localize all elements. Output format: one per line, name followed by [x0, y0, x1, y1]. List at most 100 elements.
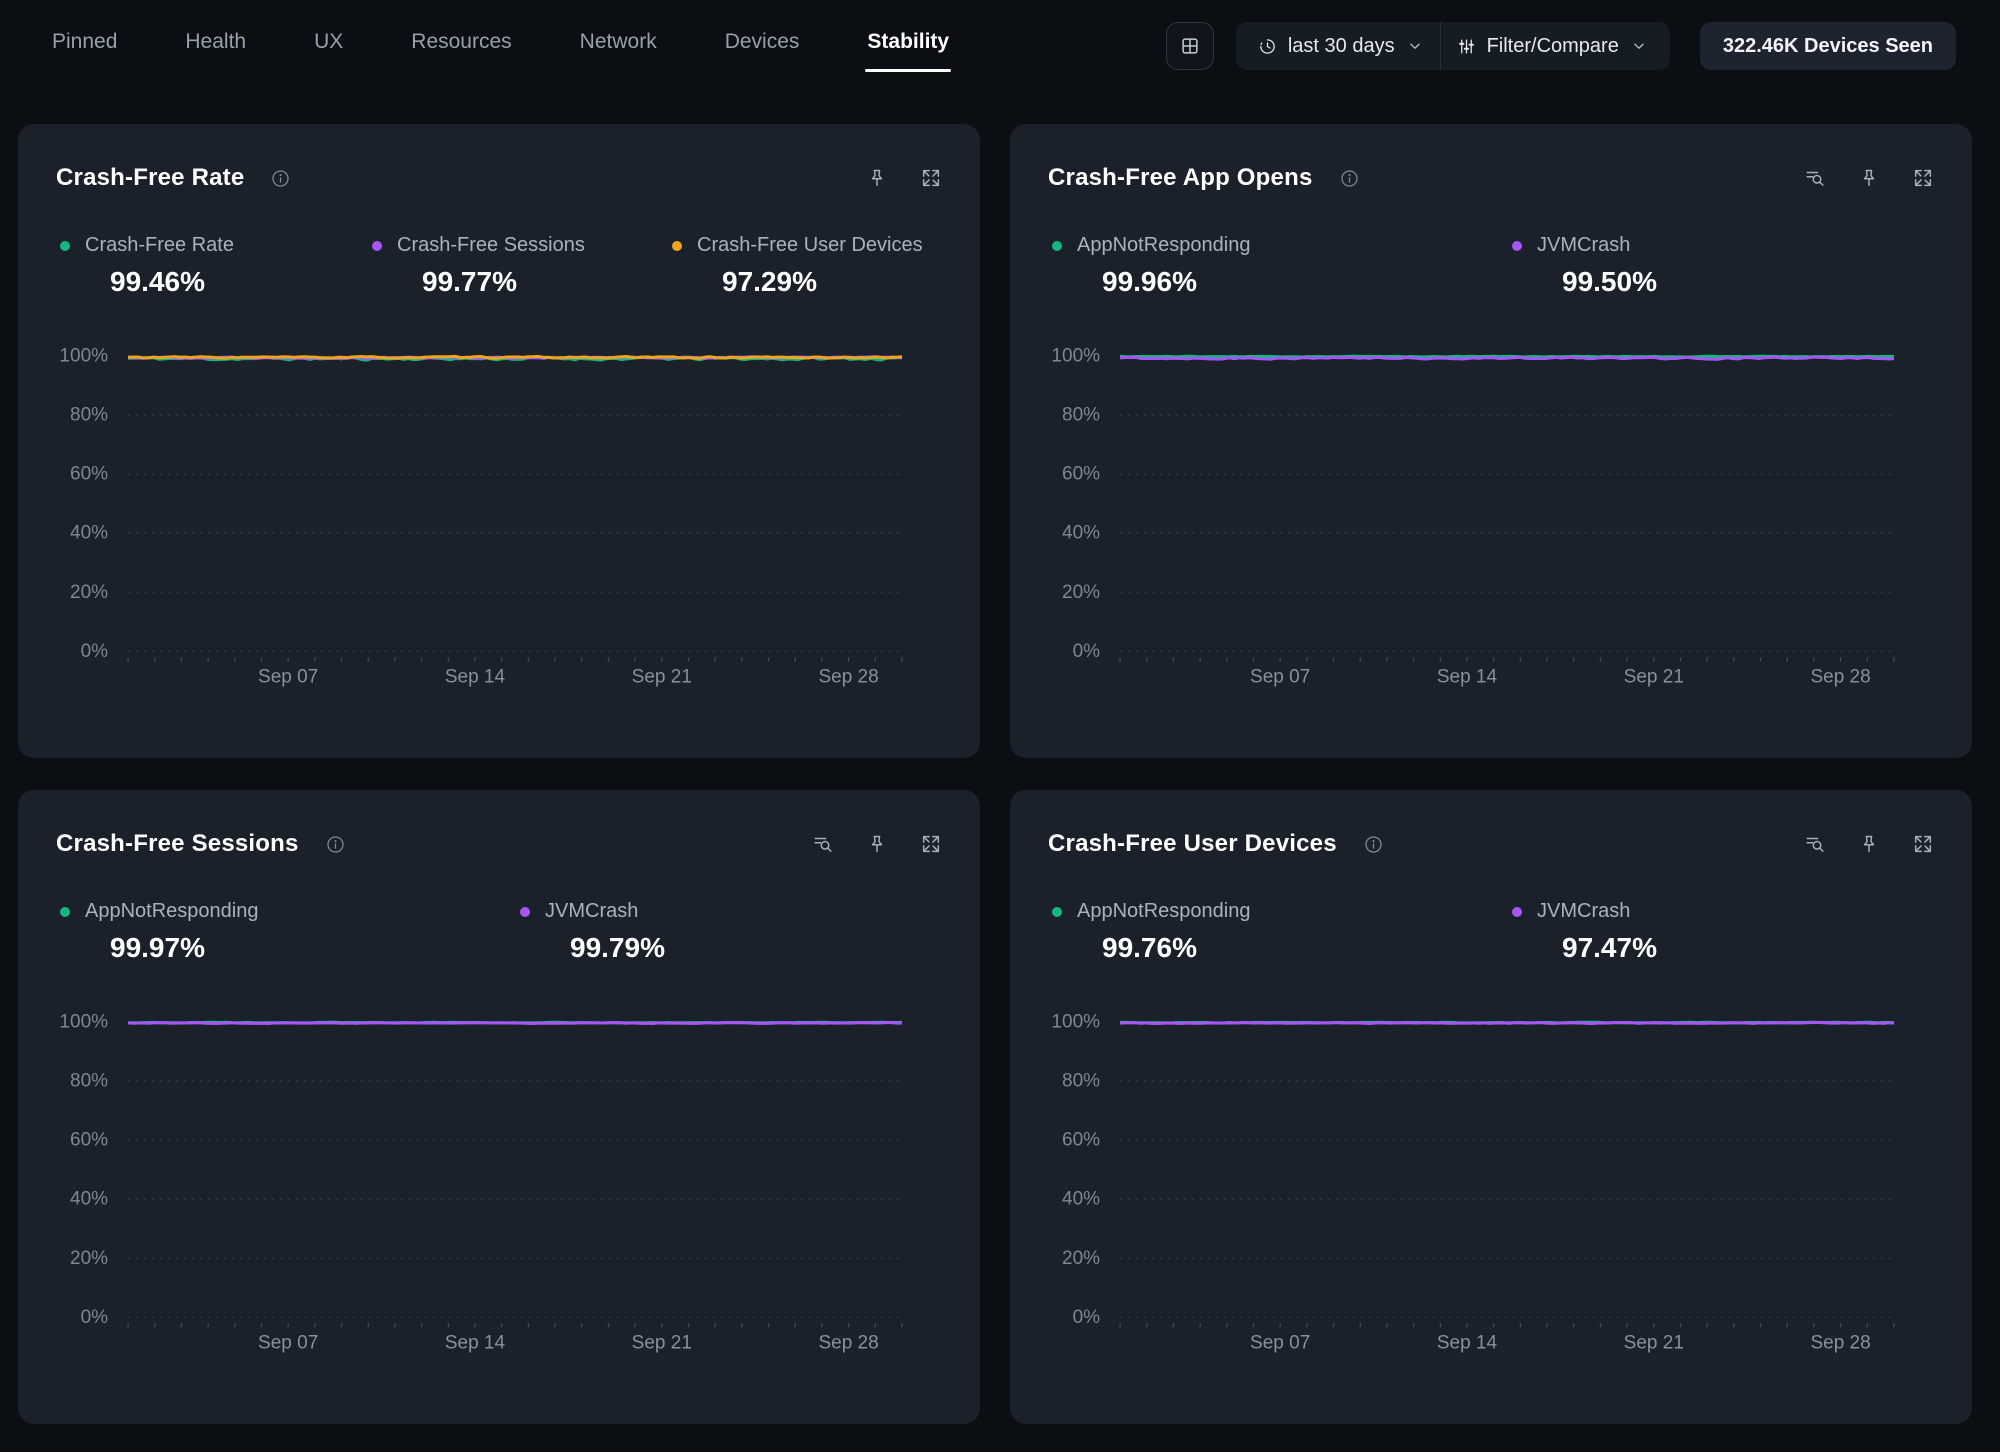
chart-canvas[interactable]: 100%80%60%40%20%0%Sep 07Sep 14Sep 21Sep … — [1048, 342, 1934, 692]
panel-title: Crash-Free Rate — [56, 164, 244, 192]
y-axis-label: 100% — [59, 346, 108, 367]
tab-health[interactable]: Health — [183, 20, 248, 72]
y-axis-label: 80% — [1062, 405, 1100, 426]
panel-crash-free-user-devices: Crash-Free User Devices AppNotResponding… — [1010, 790, 1972, 1424]
tab-network[interactable]: Network — [578, 20, 659, 72]
y-axis-label: 60% — [1062, 1130, 1100, 1151]
info-icon — [1363, 834, 1384, 855]
sliders-icon — [1457, 37, 1476, 56]
tab-devices[interactable]: Devices — [723, 20, 802, 72]
nav-tabs: Pinned Health UX Resources Network Devices Sta… — [50, 20, 951, 72]
legend-dot — [60, 241, 70, 251]
panel-header: Crash-Free Sessions — [56, 830, 942, 858]
chart-canvas[interactable]: 100%80%60%40%20%0%Sep 07Sep 14Sep 21Sep … — [1048, 1008, 1934, 1358]
expand-icon — [1912, 167, 1934, 189]
tab-pinned[interactable]: Pinned — [50, 20, 119, 72]
legend-value: 99.96% — [1102, 266, 1512, 298]
toolbar-pill: last 30 days Filter/Compare — [1236, 22, 1670, 70]
info-icon — [270, 168, 291, 189]
chart-canvas[interactable]: 100%80%60%40%20%0%Sep 07Sep 14Sep 21Sep … — [56, 342, 942, 692]
chart-canvas[interactable]: 100%80%60%40%20%0%Sep 07Sep 14Sep 21Sep … — [56, 1008, 942, 1358]
y-axis-label: 80% — [70, 1071, 108, 1092]
pin-button[interactable] — [866, 167, 888, 189]
legend-label: AppNotResponding — [1077, 234, 1250, 257]
y-axis-label: 0% — [81, 1307, 109, 1328]
grid-icon — [1179, 35, 1201, 57]
history-clock-icon — [1258, 37, 1277, 56]
expand-icon — [1912, 833, 1934, 855]
legend-item[interactable]: JVMCrash 99.50% — [1512, 234, 1934, 298]
filter-compare-dropdown[interactable]: Filter/Compare — [1441, 22, 1664, 70]
legend-dot — [1512, 241, 1522, 251]
x-axis-label: Sep 28 — [818, 666, 878, 687]
x-axis-label: Sep 21 — [632, 666, 692, 687]
pin-button[interactable] — [1858, 167, 1880, 189]
legend-item[interactable]: AppNotResponding99.97% — [60, 900, 520, 964]
info-icon[interactable] — [1339, 168, 1360, 189]
legend-label: AppNotResponding — [1077, 900, 1250, 923]
time-range-label: last 30 days — [1288, 35, 1395, 58]
time-range-dropdown[interactable]: last 30 days — [1242, 22, 1440, 70]
list-search-button[interactable] — [1804, 167, 1826, 189]
dashboard-grid: Crash-Free Rate Crash-Free Rate99.46%Cra… — [18, 124, 1972, 1424]
legend-item[interactable]: AppNotResponding 99.76% — [1052, 900, 1512, 964]
x-axis-label: Sep 07 — [258, 1332, 318, 1353]
list-search-button[interactable] — [812, 833, 834, 855]
x-axis-label: Sep 28 — [1810, 666, 1870, 687]
legend-item[interactable]: Crash-Free Rate99.46% — [60, 234, 372, 298]
tab-ux[interactable]: UX — [312, 20, 345, 72]
panel-header: Crash-Free User Devices — [1048, 830, 1934, 858]
legend-label: JVMCrash — [1537, 900, 1630, 923]
legend-item[interactable]: AppNotResponding 99.96% — [1052, 234, 1512, 298]
pin-button[interactable] — [866, 833, 888, 855]
legend-item[interactable]: JVMCrash97.47% — [1512, 900, 1934, 964]
legend-value: 97.29% — [722, 266, 942, 298]
tab-resources[interactable]: Resources — [409, 20, 513, 72]
x-axis-label: Sep 14 — [1437, 1332, 1498, 1353]
legend-value: 99.50% — [1562, 266, 1934, 298]
chart-legend: AppNotResponding99.97%JVMCrash99.79% — [56, 900, 942, 964]
x-axis-label: Sep 14 — [445, 1332, 506, 1353]
list-search-button[interactable] — [1804, 833, 1826, 855]
expand-button[interactable] — [920, 167, 942, 189]
legend-item[interactable]: Crash-Free User Devices97.29% — [672, 234, 942, 298]
expand-button[interactable] — [1912, 167, 1934, 189]
series-line-JVMCrash — [1120, 1022, 1894, 1023]
panel-header: Crash-Free Rate — [56, 164, 942, 192]
legend-item[interactable]: Crash-Free Sessions99.77% — [372, 234, 672, 298]
legend-dot — [1512, 907, 1522, 917]
legend-dot — [672, 241, 682, 251]
y-axis-label: 20% — [1062, 1248, 1100, 1269]
legend-value: 99.97% — [110, 932, 520, 964]
panel-title: Crash-Free User Devices — [1048, 830, 1337, 858]
info-icon[interactable] — [325, 834, 346, 855]
y-axis-label: 60% — [70, 464, 108, 485]
expand-icon — [920, 833, 942, 855]
panel-crash-free-sessions: Crash-Free Sessions AppNotResponding99.9… — [18, 790, 980, 1424]
y-axis-label: 20% — [70, 1248, 108, 1269]
series-line-Crash-Free User Devices — [128, 356, 902, 358]
legend-label: Crash-Free Sessions — [397, 234, 585, 257]
y-axis-label: 20% — [70, 582, 108, 603]
legend-label: JVMCrash — [1537, 234, 1630, 257]
info-icon[interactable] — [270, 168, 291, 189]
pin-button[interactable] — [1858, 833, 1880, 855]
list-search-icon — [1804, 833, 1826, 855]
expand-button[interactable] — [920, 833, 942, 855]
layout-grid-button[interactable] — [1166, 22, 1214, 70]
legend-value: 99.76% — [1102, 932, 1512, 964]
devices-seen-label: 322.46K Devices Seen — [1723, 35, 1933, 58]
x-axis-label: Sep 28 — [818, 1332, 878, 1353]
expand-button[interactable] — [1912, 833, 1934, 855]
sliders-icon — [1457, 37, 1476, 56]
y-axis-label: 100% — [1051, 1012, 1100, 1033]
panel-header: Crash-Free App Opens — [1048, 164, 1934, 192]
legend-item[interactable]: JVMCrash99.79% — [520, 900, 942, 964]
x-axis-label: Sep 21 — [1624, 1332, 1684, 1353]
y-axis-label: 60% — [1062, 464, 1100, 485]
info-icon[interactable] — [1363, 834, 1384, 855]
y-axis-label: 80% — [70, 405, 108, 426]
panel-actions — [866, 167, 942, 189]
y-axis-label: 100% — [1051, 346, 1100, 367]
tab-stability[interactable]: Stability — [865, 20, 951, 72]
